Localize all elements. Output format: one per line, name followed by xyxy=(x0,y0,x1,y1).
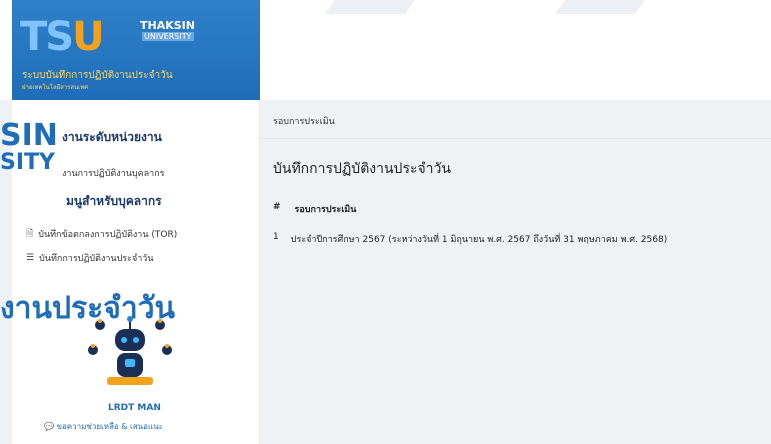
sidebar-item-staff-work[interactable]: งานการปฏิบัติงานบุคลากร xyxy=(62,166,164,180)
page-title: บันทึกการปฏิบัติงานประจำวัน xyxy=(273,161,451,177)
divider xyxy=(260,138,771,139)
column-header-period: รอบการประเมิน xyxy=(294,205,357,215)
help-link-label: ขอความช่วยเหลือ & เสนอแนะ xyxy=(56,422,163,431)
sidebar-item-label: งานการปฏิบัติงานบุคลากร xyxy=(62,169,165,179)
table-row[interactable]: 1 ประจำปีการศึกษา 2567 (ระหว่างวันที่ 1 … xyxy=(273,232,771,246)
chat-icon: 💬 xyxy=(44,422,54,431)
robot-mascot-icon xyxy=(88,316,172,385)
sidebar-item-tor[interactable]: 🗎 บันทึกข้อตกลงการปฏิบัติงาน (TOR) xyxy=(26,226,177,242)
sidebar-item-label: บันทึกการปฏิบัติงานประจำวัน xyxy=(39,254,154,264)
help-feedback-link[interactable]: 💬 ขอความช่วยเหลือ & เสนอแนะ xyxy=(44,420,163,433)
evaluation-period-link[interactable]: ประจำปีการศึกษา 2567 (ระหว่างวันที่ 1 มิ… xyxy=(291,232,668,246)
overlay-text-line1: SIN xyxy=(0,118,58,153)
sidebar-item-daily-log[interactable]: ☰ บันทึกการปฏิบัติงานประจำวัน xyxy=(26,251,154,265)
tsu-logo-mark: TSU xyxy=(20,14,105,60)
university-logo[interactable]: TSU THAKSIN UNIVERSITY xyxy=(20,10,220,62)
watermark-stroke xyxy=(555,0,645,14)
mascot-label: LRDT MAN xyxy=(108,403,161,413)
table-header: # รอบการประเมิน xyxy=(273,202,771,216)
sidebar-section-unit: งานระดับหน่วยงาน xyxy=(62,130,162,144)
breadcrumb[interactable]: รอบการประเมิน xyxy=(273,114,335,128)
brand-header[interactable]: TSU THAKSIN UNIVERSITY ระบบบันทึกการปฏิบ… xyxy=(12,0,260,100)
system-subtitle: ฝ่ายเทคโนโลยีสารสนเทศ xyxy=(22,84,88,91)
document-icon: 🗎 xyxy=(26,229,34,239)
system-title: ระบบบันทึกการปฏิบัติงานประจำวัน xyxy=(22,70,173,81)
university-sub: UNIVERSITY xyxy=(142,32,194,41)
overlay-text-line2: SITY xyxy=(0,150,55,175)
row-number: 1 xyxy=(273,232,279,242)
sidebar-item-label: บันทึกข้อตกลงการปฏิบัติงาน (TOR) xyxy=(38,230,178,240)
sidebar-section-staff: มนูสำหรับบุคลากร xyxy=(66,194,162,208)
column-header-number: # xyxy=(273,202,281,212)
list-icon: ☰ xyxy=(26,253,35,263)
watermark-stroke xyxy=(325,0,415,14)
main-content: รอบการประเมิน บันทึกการปฏิบัติงานประจำวั… xyxy=(260,100,771,444)
university-name: THAKSIN xyxy=(140,19,195,32)
